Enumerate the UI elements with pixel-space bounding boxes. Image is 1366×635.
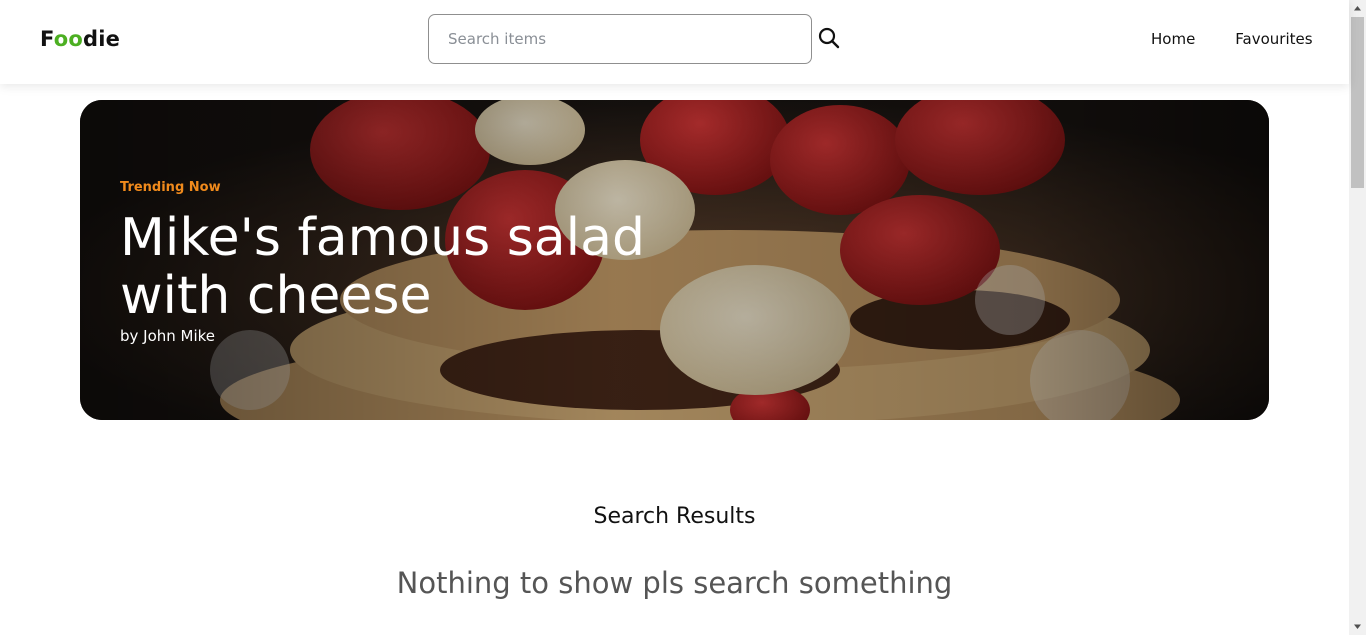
hero-text: Trending Now Mike's famous salad with ch… — [120, 180, 720, 345]
logo[interactable]: Foodie — [40, 27, 120, 51]
empty-results-message: Nothing to show pls search something — [396, 566, 953, 600]
search-icon — [818, 27, 840, 48]
nav-links: Home Favourites — [1151, 30, 1313, 48]
logo-text-3: die — [82, 27, 121, 51]
search-results-heading: Search Results — [593, 504, 756, 529]
hero-banner[interactable]: Trending Now Mike's famous salad with ch… — [80, 100, 1269, 420]
search-bar — [428, 14, 840, 64]
scroll-down-arrow-icon[interactable] — [1349, 618, 1366, 635]
scroll-up-arrow-icon[interactable] — [1349, 0, 1366, 17]
logo-text-2: oo — [53, 27, 83, 51]
nav-home-link[interactable]: Home — [1151, 30, 1195, 48]
trending-label: Trending Now — [120, 180, 221, 195]
hero-author: by John Mike — [120, 327, 216, 345]
page-scrollbar[interactable] — [1349, 0, 1366, 635]
nav-favourites-link[interactable]: Favourites — [1235, 30, 1312, 48]
search-input[interactable] — [428, 14, 812, 64]
scroll-thumb[interactable] — [1351, 17, 1364, 188]
navbar: Foodie Home Favourites — [0, 0, 1349, 84]
search-button[interactable] — [816, 26, 842, 52]
logo-text-1: F — [40, 27, 54, 51]
hero-title[interactable]: Mike's famous salad with cheese — [120, 209, 720, 325]
